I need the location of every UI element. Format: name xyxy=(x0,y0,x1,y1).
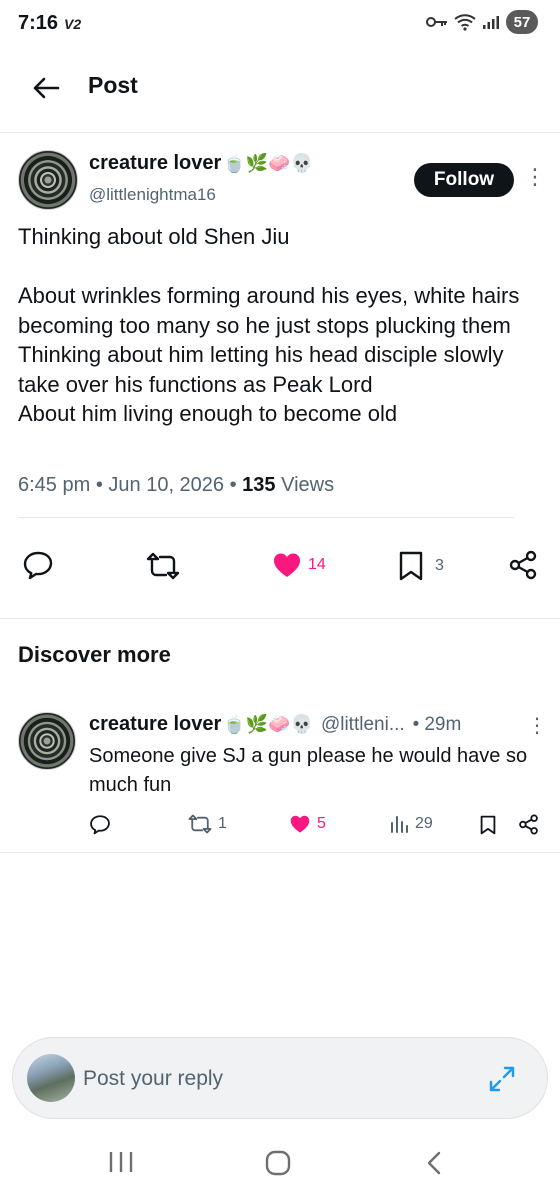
repost-button[interactable] xyxy=(146,552,180,585)
more-options-icon[interactable]: ⋮ xyxy=(524,166,546,188)
author-emojis: 🍵🌿🧼💀 xyxy=(223,153,313,173)
author-name-row[interactable]: creature lover 🍵🌿🧼💀 xyxy=(89,152,313,175)
author-handle[interactable]: @littlenightma16 xyxy=(89,185,216,205)
bookmark-button[interactable]: 3 xyxy=(397,550,444,582)
discover-divider xyxy=(0,852,560,853)
status-time: 7:16 xyxy=(18,12,59,34)
recent-apps-icon xyxy=(109,1152,133,1172)
battery-indicator: 57 xyxy=(506,10,538,34)
discover-more-heading: Discover more xyxy=(18,642,171,667)
reply-composer[interactable]: Post your reply xyxy=(12,1037,548,1119)
discover-views-button[interactable]: 29 xyxy=(389,814,433,834)
like-button[interactable]: 14 xyxy=(272,551,326,579)
discover-age: 29m xyxy=(424,713,462,735)
discover-repost-button[interactable]: 1 xyxy=(188,814,227,834)
like-count: 14 xyxy=(308,556,326,573)
discover-handle: @littleni... xyxy=(320,713,405,735)
reply-input[interactable]: Post your reply xyxy=(83,1067,223,1091)
status-icons: 57 xyxy=(426,10,538,34)
page-title: Post xyxy=(88,72,138,98)
discover-like-count: 5 xyxy=(317,815,326,832)
reply-icon xyxy=(90,815,110,835)
discover-post-text: Someone give SJ a gun please he would ha… xyxy=(89,745,528,796)
user-avatar xyxy=(27,1054,75,1102)
key-icon xyxy=(426,17,447,27)
follow-button[interactable]: Follow xyxy=(414,163,514,197)
tweet-text: Thinking about old Shen Jiu About wrinkl… xyxy=(18,224,520,426)
chevron-left-icon xyxy=(427,1151,441,1175)
author-avatar[interactable] xyxy=(18,150,78,210)
share-icon xyxy=(519,814,538,835)
discover-author-emojis: 🍵🌿🧼💀 xyxy=(223,714,313,734)
heart-filled-icon xyxy=(274,553,300,577)
back-button[interactable] xyxy=(26,68,66,108)
carrier-badge: V2 xyxy=(64,16,82,32)
home-button[interactable] xyxy=(264,1150,292,1181)
arrow-left-icon xyxy=(33,77,60,99)
wifi-icon xyxy=(454,14,476,31)
discover-views-count: 29 xyxy=(415,815,433,832)
tweet-date: Jun 10, 2026 xyxy=(108,474,225,496)
signal-icon xyxy=(483,16,499,29)
discover-author-name: creature lover xyxy=(89,713,222,735)
share-button[interactable] xyxy=(508,550,538,585)
expand-composer-button[interactable] xyxy=(487,1064,517,1099)
share-icon xyxy=(509,550,537,580)
views-label: Views xyxy=(281,474,335,496)
bookmark-count: 3 xyxy=(435,557,444,574)
discover-reply-button[interactable] xyxy=(89,814,111,840)
actions-divider xyxy=(0,618,560,619)
reply-button[interactable] xyxy=(22,550,54,585)
views-count: 135 xyxy=(242,474,276,496)
discover-share-button[interactable] xyxy=(518,814,539,840)
repost-icon xyxy=(188,814,212,834)
views-bar-icon xyxy=(391,816,408,833)
home-icon xyxy=(265,1150,291,1176)
bookmark-icon xyxy=(480,815,496,835)
heart-filled-icon xyxy=(290,815,310,833)
expand-icon xyxy=(489,1066,515,1092)
reply-icon xyxy=(23,551,53,580)
tweet-meta: 6:45 pm • Jun 10, 2026 • 135 Views xyxy=(18,474,335,496)
author-name: creature lover xyxy=(89,152,222,174)
meta-divider xyxy=(18,517,514,518)
discover-repost-count: 1 xyxy=(218,815,227,832)
discover-like-button[interactable]: 5 xyxy=(289,814,326,834)
tweet-time: 6:45 pm xyxy=(18,474,91,496)
repost-icon xyxy=(146,552,180,580)
discover-name-row[interactable]: creature lover 🍵🌿🧼💀 @littleni... • 29m xyxy=(89,713,461,736)
header-divider xyxy=(0,132,560,133)
discover-more-options-icon[interactable]: ⋮ xyxy=(527,716,547,736)
back-nav-button[interactable] xyxy=(424,1150,444,1181)
recent-apps-button[interactable] xyxy=(108,1150,134,1179)
bookmark-icon xyxy=(399,551,423,581)
discover-bookmark-button[interactable] xyxy=(479,814,497,841)
discover-avatar[interactable] xyxy=(18,712,76,770)
